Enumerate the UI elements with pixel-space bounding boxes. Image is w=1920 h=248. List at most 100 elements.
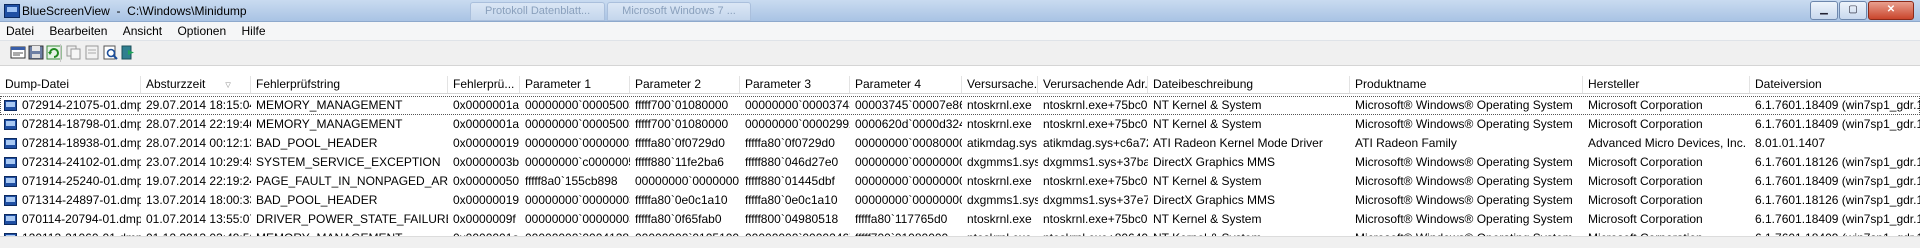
table-cell-text: Microsoft® Windows® Operating System (1355, 155, 1573, 169)
menu-bearbeiten[interactable]: Bearbeiten (43, 22, 113, 40)
menu-datei[interactable]: Datei (0, 22, 40, 40)
find-icon[interactable] (102, 45, 118, 60)
table-cell-text: 8.01.01.1407 (1755, 136, 1826, 150)
table-cell: Microsoft Corporation (1583, 210, 1750, 229)
table-cell: 070114-20794-01.dmp (0, 210, 141, 229)
table-row[interactable]: 072814-18938-01.dmp 28.07.2014 00:12:13 BA… (0, 134, 1920, 153)
table-cell-text: DirectX Graphics MMS (1153, 193, 1276, 207)
background-tab[interactable]: Microsoft Windows 7 ... (607, 2, 751, 21)
table-cell: 00000000`00000003 (520, 134, 630, 153)
table-cell: 6.1.7601.18409 (win7sp1_gdr.1 (1750, 115, 1920, 134)
column-header-verursachender-treiber[interactable]: Versursache... (962, 76, 1038, 93)
table-cell: fffff700`01080000 (630, 96, 740, 115)
table-cell: fffff700`01080000 (630, 115, 740, 134)
table-cell: 8.01.01.1407 (1750, 134, 1920, 153)
table-cell: 00000000`00080000 (850, 134, 962, 153)
background-taskbar-tabs: Protokoll Datenblatt... Microsoft Window… (470, 2, 751, 21)
table-cell: ntoskrnl.exe+75bc0 (1038, 172, 1148, 191)
table-cell-text: 071914-25240-01.dmp (22, 174, 141, 188)
properties-icon[interactable] (10, 45, 26, 60)
table-cell-text: 6.1.7601.18409 (win7sp1_gdr.1 (1755, 212, 1920, 226)
column-header-parameter-2[interactable]: Parameter 2 (630, 76, 740, 93)
table-cell-text: 29.07.2014 18:15:04 (146, 98, 251, 112)
horizontal-scrollbar[interactable] (0, 236, 1920, 248)
column-header-hersteller[interactable]: Hersteller (1583, 76, 1750, 93)
column-header-label: Produktname (1355, 77, 1427, 91)
table-cell: 00000000`00005003 (520, 115, 630, 134)
table-cell: ntoskrnl.exe (962, 210, 1038, 229)
table-cell: NT Kernel & System (1148, 210, 1350, 229)
close-button[interactable]: ✕ (1868, 1, 1914, 20)
table-cell-text: Microsoft Corporation (1588, 174, 1703, 188)
background-tab[interactable]: Protokoll Datenblatt... (470, 2, 606, 21)
title-bar: BlueScreenView - C:\Windows\Minidump Pro… (0, 0, 1920, 22)
exit-icon[interactable] (120, 45, 136, 60)
table-row[interactable]: 071914-25240-01.dmp 19.07.2014 22:19:24 PA… (0, 172, 1920, 191)
table-cell: Microsoft Corporation (1583, 96, 1750, 115)
table-cell: atikmdag.sys (962, 134, 1038, 153)
column-header-parameter-4[interactable]: Parameter 4 (850, 76, 962, 93)
html-report-icon[interactable] (84, 45, 100, 60)
table-cell: NT Kernel & System (1148, 115, 1350, 134)
save-icon[interactable] (28, 45, 44, 60)
menu-hilfe[interactable]: Hilfe (236, 22, 272, 40)
table-cell-text: 6.1.7601.18126 (win7sp1_gdr.1 (1755, 155, 1920, 169)
copy-icon[interactable] (66, 45, 82, 60)
table-cell-text: 01.07.2014 13:55:07 (146, 212, 251, 226)
maximize-button[interactable]: ▢ (1839, 1, 1867, 20)
column-header-label: Versursache... (967, 77, 1038, 91)
table-cell: 00000000`00000000 (850, 191, 962, 210)
column-header-fehlerpruefcode[interactable]: Fehlerprü... (448, 76, 520, 93)
menu-optionen[interactable]: Optionen (171, 22, 232, 40)
column-header-produktname[interactable]: Produktname (1350, 76, 1583, 93)
column-header-fehlerpruefstring[interactable]: Fehlerprüfstring (251, 76, 448, 93)
table-cell-text: 6.1.7601.18409 (win7sp1_gdr.1 (1755, 117, 1920, 131)
column-header-absturzzeit[interactable]: Absturzzeit ▽ (141, 76, 251, 93)
table-cell-text: 0x00000019 (453, 136, 520, 150)
table-cell: 0x0000009f (448, 210, 520, 229)
column-header-parameter-3[interactable]: Parameter 3 (740, 76, 850, 93)
table-cell: 072314-24102-01.dmp (0, 153, 141, 172)
column-header-parameter-1[interactable]: Parameter 1 (520, 76, 630, 93)
table-cell-text: dxgmms1.sys (967, 193, 1038, 207)
table-cell-text: 28.07.2014 00:12:13 (146, 136, 251, 150)
table-cell-text: 6.1.7601.18409 (win7sp1_gdr.1 (1755, 174, 1920, 188)
table-cell-text: 0x0000001a (453, 98, 520, 112)
table-cell-text: Microsoft Corporation (1588, 155, 1703, 169)
table-cell-text: 0x0000003b (453, 155, 520, 169)
table-cell-text: fffff800`04980518 (745, 212, 839, 226)
minimize-button[interactable]: ▁ (1810, 1, 1838, 20)
table-cell-text: 00000000`00000003 (525, 193, 630, 207)
table-cell-text: fffffa80`0e0c1a10 (635, 193, 728, 207)
table-cell-text: Advanced Micro Devices, Inc. (1588, 136, 1747, 150)
table-cell-text: BAD_POOL_HEADER (256, 136, 378, 150)
column-header-label: Absturzzeit (146, 77, 206, 91)
column-header-dump-datei[interactable]: Dump-Datei (0, 76, 141, 93)
table-row[interactable]: 072314-24102-01.dmp 23.07.2014 10:29:45 SY… (0, 153, 1920, 172)
table-cell-text: BAD_POOL_HEADER (256, 193, 378, 207)
table-cell-text: atikmdag.sys (967, 136, 1038, 150)
column-header-verursachende-adresse[interactable]: Verursachende Adr... (1038, 76, 1148, 93)
table-cell: 0x0000001a (448, 115, 520, 134)
table-cell-text: fffff880`11fe2ba6 (635, 155, 724, 169)
table-cell-text: 00000000`00005003 (525, 98, 630, 112)
menu-ansicht[interactable]: Ansicht (117, 22, 168, 40)
table-cell: fffff8a0`155cb898 (520, 172, 630, 191)
table-cell: 13.07.2014 18:00:33 (141, 191, 251, 210)
column-header-dateibeschreibung[interactable]: Dateibeschreibung (1148, 76, 1350, 93)
table-cell: Microsoft® Windows® Operating System (1350, 210, 1583, 229)
table-cell-text: 00000000`00000003 (525, 136, 630, 150)
column-header-dateiversion[interactable]: Dateiversion (1750, 76, 1920, 93)
table-row[interactable]: 071314-24897-01.dmp 13.07.2014 18:00:33 BA… (0, 191, 1920, 210)
table-cell-text: 072914-21075-01.dmp (22, 98, 141, 112)
table-cell-text: SYSTEM_SERVICE_EXCEPTION (256, 155, 441, 169)
table-row[interactable]: 072814-18798-01.dmp 28.07.2014 22:19:40 ME… (0, 115, 1920, 134)
table-cell-text: fffff700`01080000 (635, 117, 729, 131)
table-cell-text: ntoskrnl.exe (967, 98, 1032, 112)
table-row[interactable]: 070114-20794-01.dmp 01.07.2014 13:55:07 DR… (0, 210, 1920, 229)
table-cell: atikmdag.sys+c6a72 (1038, 134, 1148, 153)
table-row[interactable]: 072914-21075-01.dmp 29.07.2014 18:15:04 ME… (0, 96, 1920, 115)
table-cell: NT Kernel & System (1148, 172, 1350, 191)
table-cell: DirectX Graphics MMS (1148, 153, 1350, 172)
table-cell: 01.07.2014 13:55:07 (141, 210, 251, 229)
